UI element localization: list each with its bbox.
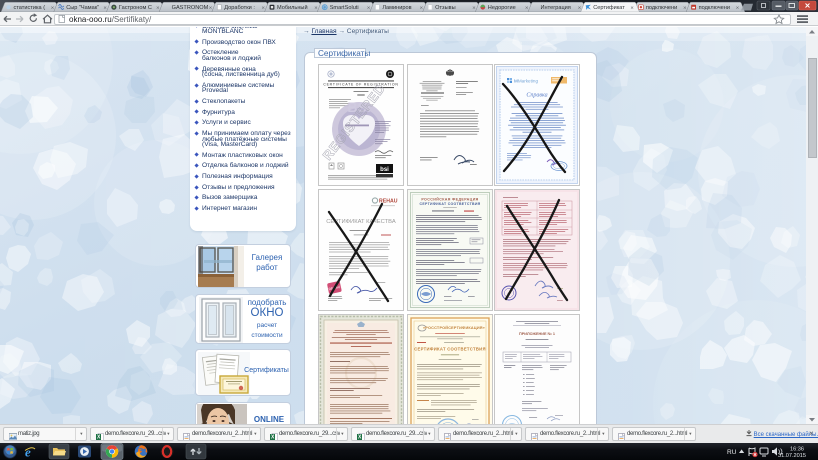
svg-text:Сыр "Чамак": Сыр "Чамак": [66, 5, 99, 11]
svg-text:Доработки :: Доработки :: [224, 5, 255, 11]
svg-text:Интеграция: Интеграция: [541, 5, 571, 11]
svg-text:×: ×: [262, 5, 265, 11]
svg-text:×: ×: [314, 5, 317, 11]
svg-text:CERTIFICATE OF REGISTRATION: CERTIFICATE OF REGISTRATION: [323, 83, 398, 87]
svg-text:×: ×: [103, 5, 106, 11]
svg-text:×: ×: [209, 5, 212, 11]
svg-text:e: e: [25, 445, 31, 460]
svg-text:Недорогие: Недорогие: [488, 5, 516, 11]
svg-text:Мобильный: Мобильный: [277, 4, 308, 11]
svg-text:Отзывы: Отзывы: [435, 5, 456, 11]
svg-text:31.07.2015: 31.07.2015: [778, 453, 806, 459]
svg-text:подключени: подключени: [699, 5, 730, 11]
svg-text:статистика (: статистика (: [14, 5, 46, 11]
svg-text:подключени: подключени: [646, 5, 677, 11]
svg-text:Справка: Справка: [526, 93, 547, 99]
svg-text:MMarketing: MMarketing: [514, 79, 538, 84]
svg-text:SmartSoluti: SmartSoluti: [330, 5, 359, 11]
svg-text:×: ×: [472, 5, 475, 11]
svg-text:×: ×: [525, 5, 528, 11]
svg-text:×: ×: [367, 5, 370, 11]
svg-text:Ламиниров: Ламиниров: [382, 5, 411, 11]
svg-text:GASTRONOM: GASTRONOM: [172, 5, 209, 11]
svg-text:16:36: 16:36: [790, 447, 804, 453]
svg-text:×: ×: [578, 5, 581, 11]
svg-text:×: ×: [420, 5, 423, 11]
svg-text:«РОССТРОЙСЕРТИФИКАЦИЯ»: «РОССТРОЙСЕРТИФИКАЦИЯ»: [423, 326, 485, 330]
svg-text:×: ×: [156, 5, 159, 11]
svg-text:RU: RU: [727, 449, 737, 456]
svg-text:×: ×: [736, 5, 739, 11]
svg-text:РОССИЙСКАЯ ФЕДЕРАЦИЯ: РОССИЙСКАЯ ФЕДЕРАЦИЯ: [421, 198, 478, 202]
svg-text:Сертификат: Сертификат: [593, 5, 625, 11]
svg-text:×: ×: [630, 5, 633, 11]
svg-text:bsi: bsi: [380, 167, 389, 173]
svg-text:ПРИЛОЖЕНИЕ № 1: ПРИЛОЖЕНИЕ № 1: [519, 332, 555, 336]
svg-text:×: ×: [683, 5, 686, 11]
svg-text:Гастроном С: Гастроном С: [119, 5, 152, 11]
svg-text:okna-ooo.ru/Sertifikaty/: okna-ooo.ru/Sertifikaty/: [69, 15, 152, 24]
svg-text:×: ×: [51, 5, 54, 11]
svg-text:СЕРТИФИКАТ СООТВЕТСТВИЯ: СЕРТИФИКАТ СООТВЕТСТВИЯ: [414, 347, 486, 352]
svg-text:СЕРТИФИКАТ СООТВЕТСТВИЯ: СЕРТИФИКАТ СООТВЕТСТВИЯ: [420, 202, 481, 206]
